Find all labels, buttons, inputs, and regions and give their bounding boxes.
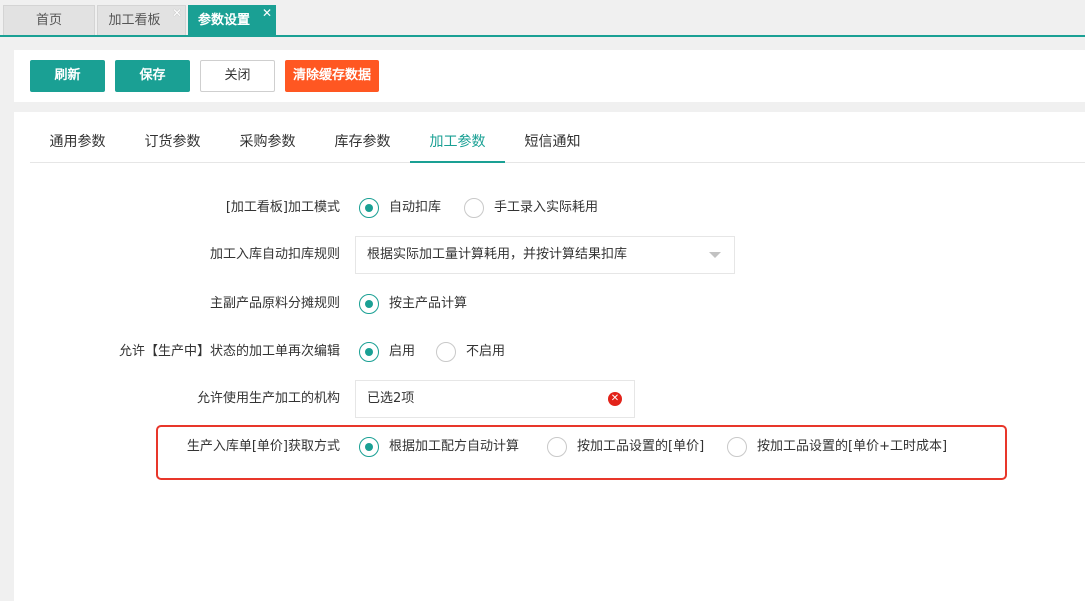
radio-label: 按加工品设置的[单价]: [577, 439, 705, 454]
form-row-allowed-orgs: 允许使用生产加工的机构 已选2项 ✕: [14, 379, 1085, 419]
radio-label: 自动扣库: [389, 200, 442, 215]
select-value: 已选2项: [367, 391, 415, 406]
save-button[interactable]: 保存: [115, 60, 190, 92]
radio-unchecked-icon: [547, 437, 567, 457]
processing-mode-label: [加工看板]加工模式: [225, 200, 340, 215]
radio-unchecked-icon: [464, 198, 484, 218]
radio-label: 根据加工配方自动计算: [389, 439, 520, 454]
top-tab-bar: 首页 加工看板 ✕ 参数设置 ✕: [0, 0, 1085, 37]
close-icon[interactable]: ✕: [262, 6, 272, 20]
sub-tab-bar: 通用参数 订货参数 采购参数 库存参数 加工参数 短信通知: [30, 128, 1085, 163]
radio-checked-icon: [359, 437, 379, 457]
select-value: 根据实际加工量计算耗用，并按计算结果扣库: [367, 247, 628, 262]
allow-reedit-label: 允许【生产中】状态的加工单再次编辑: [118, 344, 340, 359]
allowed-orgs-select[interactable]: 已选2项 ✕: [355, 380, 635, 418]
radio-unchecked-icon: [727, 437, 747, 457]
clear-cache-button[interactable]: 清除缓存数据: [285, 60, 379, 92]
refresh-button[interactable]: 刷新: [30, 60, 105, 92]
close-icon[interactable]: ✕: [172, 6, 182, 20]
tab-order-params[interactable]: 订货参数: [125, 128, 220, 163]
radio-unchecked-icon: [436, 342, 456, 362]
toolbar: 刷新 保存 关闭 清除缓存数据: [14, 50, 1085, 102]
allowed-orgs-label: 允许使用生产加工的机构: [196, 391, 340, 406]
top-tab-home[interactable]: 首页: [3, 5, 95, 35]
form-row-processing-mode: [加工看板]加工模式 自动扣库 手工录入实际耗用: [14, 188, 1085, 228]
radio-checked-icon: [359, 342, 379, 362]
tab-inventory-params[interactable]: 库存参数: [315, 128, 410, 163]
material-allocation-label: 主副产品原料分摊规则: [209, 296, 340, 311]
unit-price-method-label: 生产入库单[单价]获取方式: [186, 439, 340, 454]
top-tab-label: 首页: [35, 13, 62, 28]
chevron-down-icon: [709, 252, 721, 258]
form-row-unit-price-method: 生产入库单[单价]获取方式 根据加工配方自动计算 按加工品设置的[单价] 按加工…: [14, 427, 1085, 467]
radio-checked-icon: [359, 294, 379, 314]
radio-label: 启用: [389, 344, 416, 359]
tab-processing-params[interactable]: 加工参数: [410, 128, 505, 163]
clear-icon[interactable]: ✕: [608, 392, 622, 406]
settings-panel: 通用参数 订货参数 采购参数 库存参数 加工参数 短信通知 [加工看板]加工模式…: [14, 112, 1085, 601]
radio-label: 手工录入实际耗用: [494, 200, 599, 215]
form-row-material-allocation: 主副产品原料分摊规则 按主产品计算: [14, 284, 1085, 324]
top-tab-processing-board[interactable]: 加工看板 ✕: [97, 5, 186, 35]
top-tab-label: 参数设置: [197, 13, 250, 28]
radio-label: 按加工品设置的[单价+工时成本]: [757, 439, 948, 454]
tab-purchase-params[interactable]: 采购参数: [220, 128, 315, 163]
radio-label: 按主产品计算: [389, 296, 468, 311]
form-row-auto-deduct-rule: 加工入库自动扣库规则 根据实际加工量计算耗用，并按计算结果扣库: [14, 235, 1085, 275]
top-tab-parameter-settings[interactable]: 参数设置 ✕: [188, 5, 276, 35]
close-button[interactable]: 关闭: [200, 60, 275, 92]
auto-deduct-rule-label: 加工入库自动扣库规则: [209, 247, 340, 262]
radio-checked-icon: [359, 198, 379, 218]
form-row-allow-reedit: 允许【生产中】状态的加工单再次编辑 启用 不启用: [14, 332, 1085, 372]
tab-general-params[interactable]: 通用参数: [30, 128, 125, 163]
tab-sms-notification[interactable]: 短信通知: [505, 128, 600, 163]
top-tab-label: 加工看板: [108, 13, 161, 28]
auto-deduct-rule-select[interactable]: 根据实际加工量计算耗用，并按计算结果扣库: [355, 236, 735, 274]
radio-label: 不启用: [466, 344, 506, 359]
